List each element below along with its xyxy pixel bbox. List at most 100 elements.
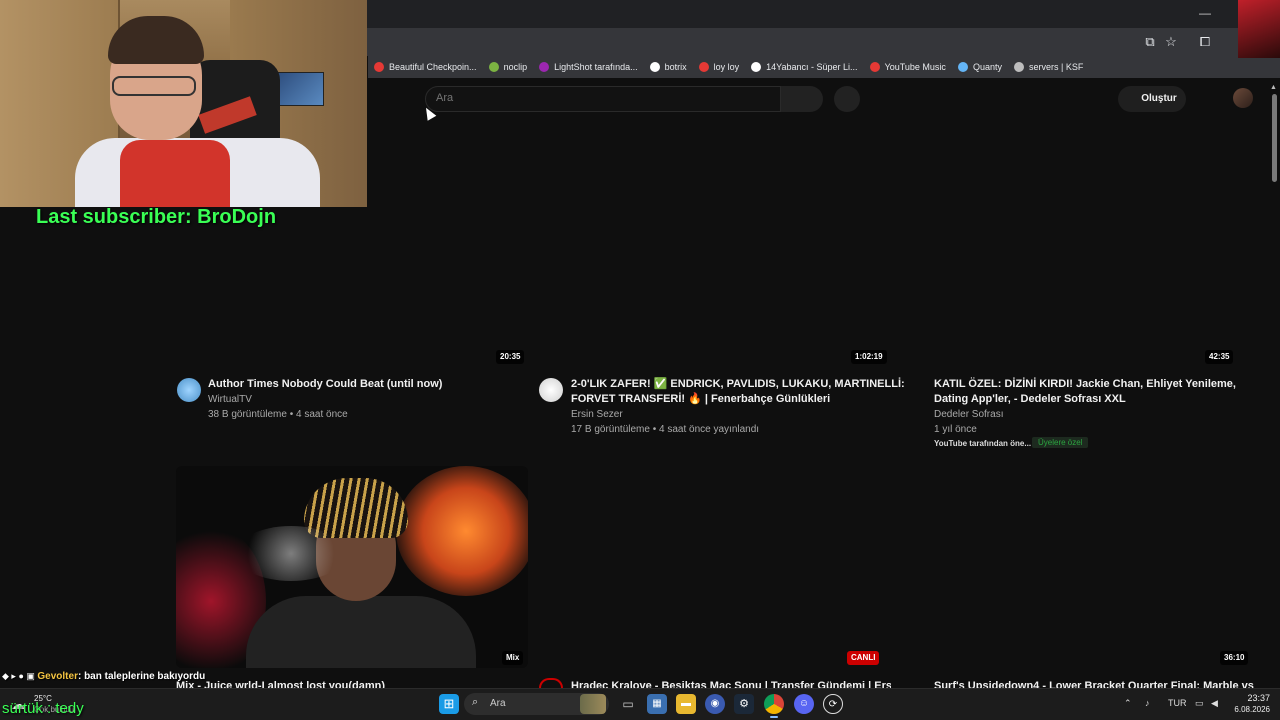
- bookmarks-bar: Beautiful Checkpoin... noclip LightShot …: [368, 56, 1280, 78]
- steam-icon[interactable]: ⚙: [734, 694, 754, 714]
- bookmark-favicon-icon: [698, 62, 709, 72]
- discord-icon[interactable]: ☺: [794, 694, 814, 714]
- file-explorer-icon[interactable]: ▬: [676, 694, 696, 714]
- windows-taskbar: [0, 688, 1280, 720]
- bookmark-favicon-icon: [869, 62, 880, 72]
- search-input[interactable]: [436, 92, 766, 104]
- corner-thumbnail: [1238, 0, 1280, 58]
- video-title[interactable]: Surf's Upsidedown4 - Lower Bracket Quart…: [934, 679, 1264, 688]
- video-stats: 17 B görüntüleme • 4 saat önce yayınland…: [571, 424, 760, 435]
- bookmark-favicon-icon: [1013, 62, 1024, 72]
- keyboard-language[interactable]: TUR: [1168, 698, 1187, 708]
- video-title[interactable]: Hradec Kralove - Besiktas Maç Sonu | Tra…: [571, 679, 891, 688]
- voice-search-button[interactable]: [834, 86, 860, 112]
- channel-avatar[interactable]: [177, 378, 201, 402]
- webcam-shirt-accent: [120, 140, 230, 207]
- bookmark-favicon-icon: [539, 62, 550, 72]
- bookmark-item[interactable]: LightShot tarafında...: [533, 56, 644, 78]
- app-icon[interactable]: ⟳: [823, 694, 843, 714]
- clock-date[interactable]: 6.08.2026: [1224, 705, 1270, 714]
- scroll-up-icon[interactable]: ▲: [1270, 84, 1277, 91]
- bookmark-label: servers | KSF: [1028, 62, 1084, 72]
- bookmark-favicon-icon: [488, 62, 499, 72]
- bookmark-item[interactable]: servers | KSF: [1008, 56, 1089, 78]
- channel-name[interactable]: Ersin Sezer: [571, 407, 623, 422]
- extensions-icon[interactable]: ⧠: [1196, 33, 1214, 51]
- taskbar-search-label: Ara: [490, 698, 506, 709]
- bookmark-item[interactable]: loy loy: [693, 56, 746, 78]
- video-title-line[interactable]: FORVET TRANSFERİ! 🔥 | Fenerbahçe Günlükl…: [571, 392, 891, 407]
- tray-overflow-icon[interactable]: ⌃: [1124, 698, 1132, 709]
- app-icon[interactable]: ◉: [705, 694, 725, 714]
- bookmark-label: botrix: [664, 62, 687, 72]
- search-button[interactable]: [781, 86, 823, 112]
- video-duration: 36:10: [1220, 651, 1249, 665]
- last-subscriber-text: Last subscriber: BroDojn: [36, 206, 277, 228]
- thumbnail-person-hair: [304, 478, 408, 538]
- video-duration: 42:35: [1205, 350, 1234, 364]
- install-app-icon[interactable]: ⧉: [1141, 33, 1159, 51]
- scrollbar-thumb[interactable]: [1272, 94, 1277, 182]
- network-icon[interactable]: ▭: [1195, 698, 1204, 709]
- account-avatar[interactable]: [1233, 88, 1253, 108]
- chat-message: ◆ ▸ ● ▣ Gevolter: ban taleplerine bakıyo…: [2, 671, 205, 682]
- channel-avatar[interactable]: [539, 678, 563, 688]
- bookmark-item[interactable]: Beautiful Checkpoin...: [368, 56, 483, 78]
- bookmark-label: Quanty: [972, 62, 1002, 72]
- video-title[interactable]: Mix - Juice wrld-I almost lost you(damn): [176, 679, 526, 688]
- video-title-line[interactable]: 2-0'LIK ZAFER! ✅ ENDRICK, PAVLIDIS, LUKA…: [571, 377, 905, 392]
- chrome-icon[interactable]: [764, 694, 784, 714]
- video-thumbnail[interactable]: [176, 466, 528, 668]
- bookmark-item[interactable]: Quanty: [952, 56, 1008, 78]
- bookmark-star-icon[interactable]: ☆: [1162, 33, 1180, 51]
- live-badge: CANLI: [847, 651, 880, 665]
- video-title[interactable]: Author Times Nobody Could Beat (until no…: [208, 377, 508, 392]
- video-stats: 1 yıl önce: [934, 424, 977, 435]
- bookmark-favicon-icon: [374, 62, 384, 72]
- screen: — ⧉ ☆ ⧠ Beautiful Checkpoin... noclip Li…: [0, 0, 1280, 720]
- webcam-glasses: [112, 76, 196, 96]
- chat-text: : ban taleplerine bakıyordu: [77, 671, 206, 682]
- mix-badge: Mix: [502, 651, 524, 665]
- overlay-bottom-text: sürtük : tedy: [2, 700, 84, 717]
- video-stats: 38 B görüntüleme • 4 saat önce: [208, 409, 348, 420]
- channel-avatar[interactable]: [539, 378, 563, 402]
- calculator-icon[interactable]: ▦: [647, 694, 667, 714]
- channel-name[interactable]: Dedeler Sofrası: [934, 407, 1003, 422]
- featured-tag: YouTube tarafından öne...: [934, 439, 1032, 448]
- search-icon: ⌕: [472, 696, 479, 708]
- bookmark-label: YouTube Music: [884, 62, 946, 72]
- video-duration: 1:02:19: [851, 350, 887, 364]
- bookmark-favicon-icon: [957, 62, 968, 72]
- clock-time[interactable]: 23:37: [1240, 693, 1270, 703]
- webcam-person-hair: [108, 16, 204, 64]
- bookmark-favicon-icon: [751, 62, 762, 72]
- bookmark-label: Beautiful Checkpoin...: [389, 62, 477, 72]
- active-app-indicator: [770, 716, 778, 718]
- bookmark-item[interactable]: YouTube Music: [864, 56, 952, 78]
- bookmark-label: 14Yabancı - Süper Li...: [766, 62, 858, 72]
- thumbnail-person-body: [246, 596, 476, 668]
- microphone-icon[interactable]: ♪: [1145, 698, 1150, 708]
- channel-name[interactable]: WirtualTV: [208, 392, 252, 407]
- start-windows-icon[interactable]: ⊞: [439, 694, 459, 714]
- bookmark-item[interactable]: 14Yabancı - Süper Li...: [745, 56, 863, 78]
- search-highlight-icon: [580, 694, 606, 714]
- video-title-line[interactable]: Dating App'ler, - Dedeler Sofrası XXL: [934, 392, 1264, 407]
- members-only-badge: Üyelere özel: [1032, 437, 1089, 448]
- chat-badges-icon: ◆ ▸ ● ▣: [2, 671, 38, 681]
- video-title-line[interactable]: KATIL ÖZEL: DİZİNİ KIRDI! Jackie Chan, E…: [934, 377, 1264, 392]
- task-view-icon[interactable]: ▭: [618, 694, 638, 714]
- create-button[interactable]: Oluştur: [1118, 86, 1186, 112]
- search-box[interactable]: [425, 86, 781, 112]
- bookmark-item[interactable]: noclip: [483, 56, 534, 78]
- bookmark-label: noclip: [503, 62, 528, 72]
- video-duration: 20:35: [496, 350, 525, 364]
- thumbnail-smoke: [236, 526, 346, 581]
- volume-icon[interactable]: ◀: [1211, 698, 1218, 709]
- minimize-icon[interactable]: —: [1198, 6, 1212, 20]
- webcam-overlay: [0, 0, 367, 207]
- thumbnail-fire-glow: [396, 466, 528, 596]
- chat-username: Gevolter: [37, 671, 78, 682]
- bookmark-item[interactable]: botrix: [644, 56, 693, 78]
